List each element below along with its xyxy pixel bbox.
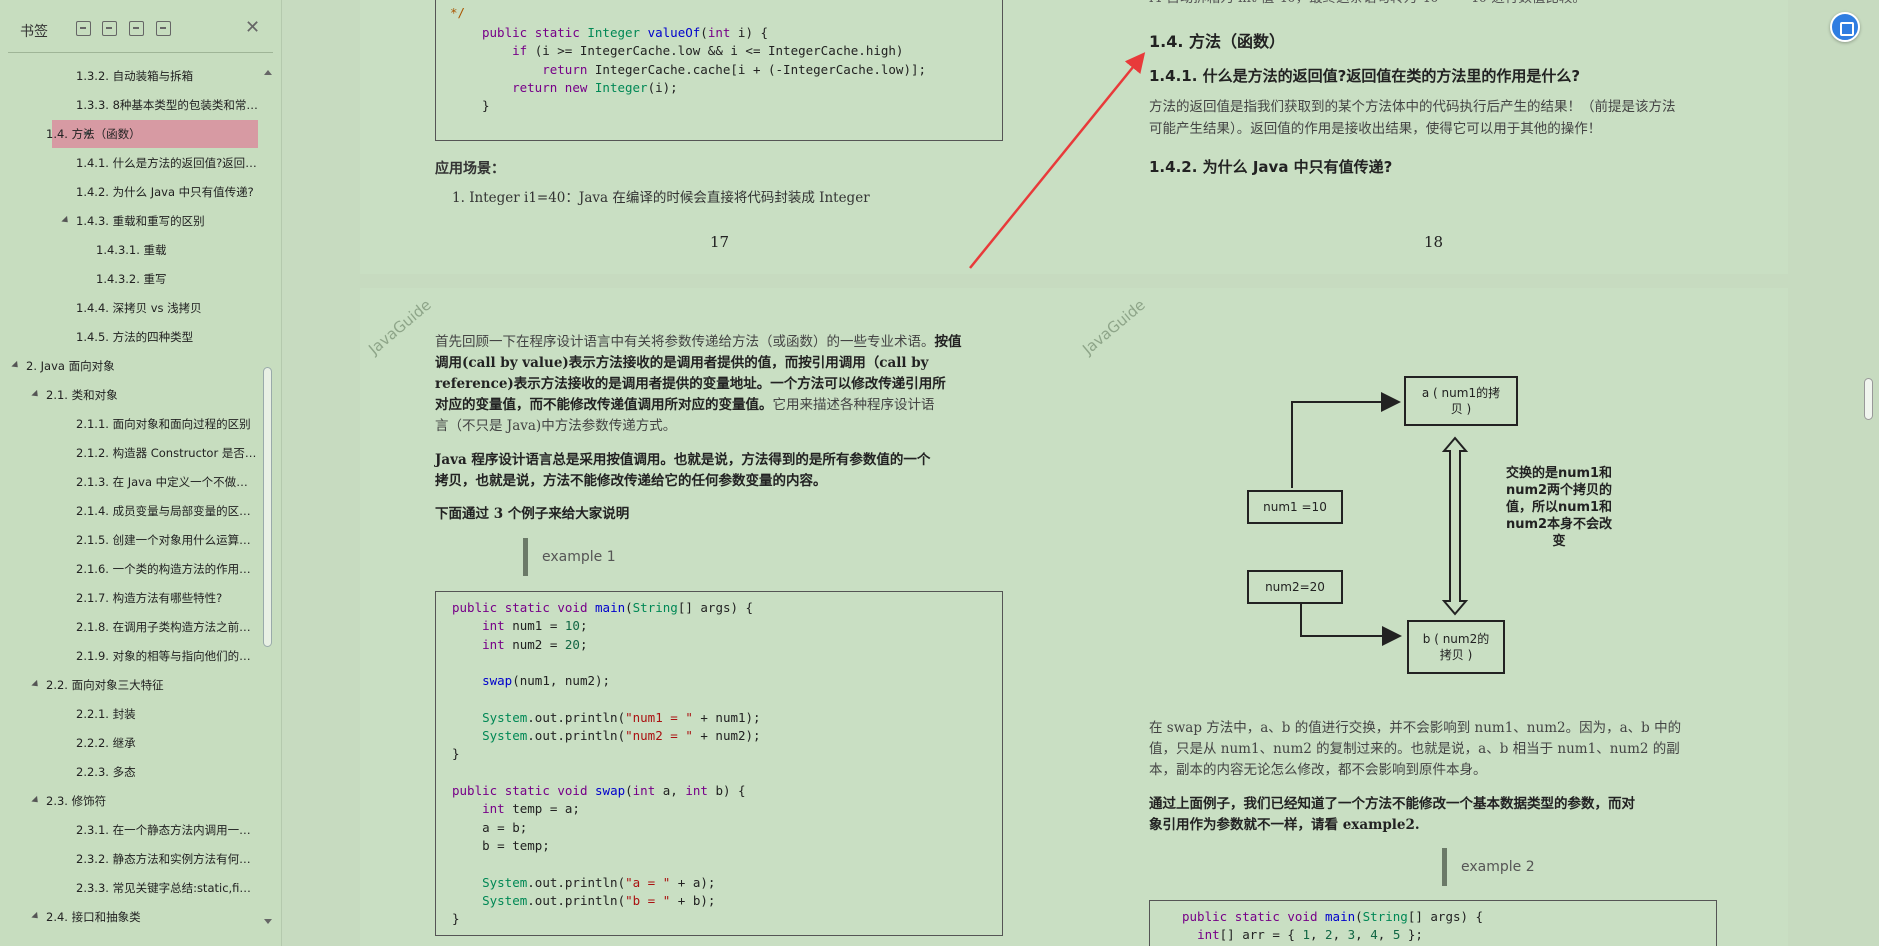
toc-item[interactable]: 2.1.8. 在调用子类构造方法之前会先调用父类没有参数的构造方法,其目的是? bbox=[0, 613, 262, 641]
toc-item-label: 1.4.1. 什么是方法的返回值?返回值在类的方法里的作用是什么? bbox=[76, 156, 258, 170]
toc-item[interactable]: 2.1.5. 创建一个对象用什么运算符?对象实体与对象引用有何不同? bbox=[0, 526, 262, 554]
expand-triangle-icon[interactable] bbox=[61, 215, 71, 226]
toc-item-label: 2.1. 类和对象 bbox=[46, 388, 118, 402]
toc-item[interactable]: 1.3.2. 自动装箱与拆箱 bbox=[0, 62, 262, 90]
bookmark-options-icon[interactable] bbox=[156, 21, 171, 36]
toc-item[interactable]: 2.1.9. 对象的相等与指向他们的引用相等,两者有什么不同? bbox=[0, 642, 262, 670]
toc-item[interactable]: 2.3.3. 常见关键字总结:static,final,this,super bbox=[0, 874, 262, 902]
toc-item-label: 2.3.3. 常见关键字总结:static,final,this,super bbox=[76, 881, 258, 895]
toc-item[interactable]: 1.4.3.1. 重载 bbox=[0, 236, 262, 264]
toc-item[interactable]: 1.4.3. 重载和重写的区别 bbox=[0, 207, 262, 235]
toc-item-label: 1.3.3. 8种基本类型的包装类和常量池 bbox=[76, 98, 258, 112]
sidebar-scrollbar[interactable] bbox=[262, 62, 274, 932]
toc-item-label: 2.1.6. 一个类的构造方法的作用是什么? bbox=[76, 562, 258, 576]
toc-item-label: 1.4.3. 重载和重写的区别 bbox=[76, 214, 205, 228]
toc-item[interactable]: 2.1.6. 一个类的构造方法的作用是什么? bbox=[0, 555, 262, 583]
toc-item[interactable]: 2.1.2. 构造器 Constructor 是否可被 override? bbox=[0, 439, 262, 467]
toc-item-label: 2.2.1. 封装 bbox=[76, 707, 136, 721]
expand-triangle-icon[interactable] bbox=[31, 679, 41, 690]
toc-item-label: 2.1.8. 在调用子类构造方法之前会先调用父类没有参数的构造方法,其目的是? bbox=[76, 620, 258, 634]
document-scroll-thumb[interactable] bbox=[1864, 378, 1873, 420]
toc-item-label: 2.1.2. 构造器 Constructor 是否可被 override? bbox=[76, 446, 258, 460]
toc-item-label: 2.1.5. 创建一个对象用什么运算符?对象实体与对象引用有何不同? bbox=[76, 533, 258, 547]
toc-item[interactable]: 1.4. 方法（函数） bbox=[46, 120, 258, 148]
toc-item[interactable]: 2.4. 接口和抽象类 bbox=[0, 903, 262, 931]
toc-item-label: 2.2.3. 多态 bbox=[76, 765, 136, 779]
toc-item[interactable]: 2.1.7. 构造方法有哪些特性? bbox=[0, 584, 262, 612]
toc-item-label: 2.3.1. 在一个静态方法内调用一个非静态成员为什么是非法的? bbox=[76, 823, 258, 837]
toc-item[interactable]: 2.2. 面向对象三大特征 bbox=[0, 671, 262, 699]
toc-item-label: 1.4. 方法（函数） bbox=[46, 127, 141, 141]
annotation-arrow bbox=[969, 52, 1146, 269]
sidebar-divider bbox=[8, 52, 273, 53]
toc-item-label: 2.1.9. 对象的相等与指向他们的引用相等,两者有什么不同? bbox=[76, 649, 258, 663]
toc-item-label: 2.2. 面向对象三大特征 bbox=[46, 678, 164, 692]
toc-item-label: 2.1.1. 面向对象和面向过程的区别 bbox=[76, 417, 251, 431]
floating-action-button[interactable] bbox=[1830, 12, 1860, 42]
toc-item[interactable]: 1.3.3. 8种基本类型的包装类和常量池 bbox=[0, 91, 262, 119]
toc-item-label: 1.4.4. 深拷贝 vs 浅拷贝 bbox=[76, 301, 202, 315]
sidebar-header: 书签 ✕ bbox=[0, 0, 281, 58]
toc-item[interactable]: 2.3. 修饰符 bbox=[0, 787, 262, 815]
toc-item-label: 1.4.5. 方法的四种类型 bbox=[76, 330, 194, 344]
scroll-down-icon[interactable] bbox=[264, 919, 272, 924]
toc-item-label: 2.3.2. 静态方法和实例方法有何不同 bbox=[76, 852, 258, 866]
toc-item[interactable]: 2.1. 类和对象 bbox=[0, 381, 262, 409]
toc-item[interactable]: 2. Java 面向对象 bbox=[0, 352, 262, 380]
sidebar-title: 书签 bbox=[20, 24, 48, 40]
expand-triangle-icon[interactable] bbox=[31, 389, 41, 400]
toc-item-label: 2. Java 面向对象 bbox=[26, 359, 115, 373]
bookmark-sidebar: 书签 ✕ 1.3.2. 自动装箱与拆箱 1.3.3. 8种基本类型的包装类和常量池… bbox=[0, 0, 282, 946]
expand-triangle-icon[interactable] bbox=[11, 360, 21, 371]
toc-item[interactable]: 2.2.3. 多态 bbox=[0, 758, 262, 786]
expand-triangle-icon[interactable] bbox=[31, 911, 41, 922]
toc-item[interactable]: 2.2.1. 封装 bbox=[0, 700, 262, 728]
close-icon[interactable]: ✕ bbox=[245, 17, 260, 38]
expand-triangle-icon[interactable] bbox=[31, 795, 41, 806]
toc-item[interactable]: 2.3.1. 在一个静态方法内调用一个非静态成员为什么是非法的? bbox=[0, 816, 262, 844]
add-bookmark-icon[interactable] bbox=[129, 21, 144, 36]
toc-item[interactable]: 2.1.4. 成员变量与局部变量的区别有哪些? bbox=[0, 497, 262, 525]
collapse-all-icon[interactable] bbox=[102, 21, 117, 36]
toc-item-label: 1.4.2. 为什么 Java 中只有值传递? bbox=[76, 185, 254, 199]
bookmark-tree: 1.3.2. 自动装箱与拆箱 1.3.3. 8种基本类型的包装类和常量池 1.4. … bbox=[0, 62, 262, 932]
toc-item[interactable]: 1.4.2. 为什么 Java 中只有值传递? bbox=[0, 178, 262, 206]
toc-item[interactable]: 1.4.5. 方法的四种类型 bbox=[0, 323, 262, 351]
toc-item-label: 2.1.4. 成员变量与局部变量的区别有哪些? bbox=[76, 504, 258, 518]
toc-item[interactable]: 2.2.2. 继承 bbox=[0, 729, 262, 757]
scroll-thumb[interactable] bbox=[263, 367, 272, 647]
toc-item-label: 2.1.3. 在 Java 中定义一个不做事且没有参数的构造方法的作用 bbox=[76, 475, 258, 489]
toc-item[interactable]: 2.1.3. 在 Java 中定义一个不做事且没有参数的构造方法的作用 bbox=[0, 468, 262, 496]
toc-item-label: 2.2.2. 继承 bbox=[76, 736, 136, 750]
toc-item-label: 2.3. 修饰符 bbox=[46, 794, 107, 808]
toc-item[interactable]: 2.3.2. 静态方法和实例方法有何不同 bbox=[0, 845, 262, 873]
expand-all-icon[interactable] bbox=[76, 21, 91, 36]
toc-item-label: 1.4.3.2. 重写 bbox=[96, 272, 167, 286]
toc-item-label: 2.4. 接口和抽象类 bbox=[46, 910, 141, 924]
toc-item[interactable]: 1.4.1. 什么是方法的返回值?返回值在类的方法里的作用是什么? bbox=[0, 149, 262, 177]
toc-item[interactable]: 1.4.3.2. 重写 bbox=[0, 265, 262, 293]
toc-item[interactable]: 1.4.4. 深拷贝 vs 浅拷贝 bbox=[0, 294, 262, 322]
document-view: */ public static Integer valueOf(int i) … bbox=[282, 0, 1879, 946]
toc-item-label: 2.1.7. 构造方法有哪些特性? bbox=[76, 591, 223, 605]
scroll-up-icon[interactable] bbox=[264, 70, 272, 75]
toc-item-label: 1.4.3.1. 重载 bbox=[96, 243, 167, 257]
toc-item-label: 1.3.2. 自动装箱与拆箱 bbox=[76, 69, 194, 83]
toc-item[interactable]: 2.1.1. 面向对象和面向过程的区别 bbox=[0, 410, 262, 438]
